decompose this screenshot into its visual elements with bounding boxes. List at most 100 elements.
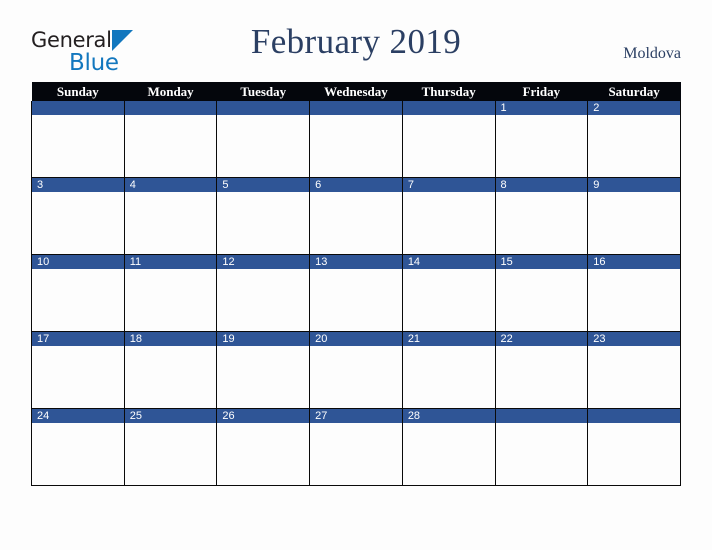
calendar-day-cell[interactable]: 11: [123, 254, 218, 332]
day-number: 23: [588, 332, 680, 346]
day-number: [217, 101, 310, 115]
day-number: 8: [495, 178, 588, 192]
calendar-day-cell[interactable]: 1: [494, 101, 589, 178]
calendar-day-cell[interactable]: 26: [216, 408, 311, 486]
day-number: 18: [124, 332, 217, 346]
weekday-header-thursday: Thursday: [402, 82, 496, 101]
calendar-day-cell[interactable]: 20: [309, 331, 403, 409]
day-events-area[interactable]: [32, 269, 124, 331]
weekday-header-sunday: Sunday: [31, 82, 125, 101]
day-events-area[interactable]: [217, 269, 309, 331]
calendar-day-cell[interactable]: [587, 408, 681, 486]
day-events-area[interactable]: [32, 115, 124, 177]
calendar-day-cell[interactable]: 15: [494, 254, 589, 332]
calendar-day-cell[interactable]: 27: [309, 408, 403, 486]
calendar-day-cell[interactable]: [309, 101, 403, 178]
day-events-area[interactable]: [125, 346, 217, 408]
day-number: 11: [124, 255, 217, 269]
calendar-day-cell[interactable]: [401, 101, 496, 178]
day-number: 19: [217, 332, 310, 346]
day-events-area[interactable]: [588, 269, 680, 331]
day-events-area[interactable]: [403, 269, 495, 331]
day-events-area[interactable]: [403, 192, 495, 254]
day-events-area[interactable]: [588, 346, 680, 408]
day-events-area[interactable]: [496, 192, 588, 254]
calendar-day-cell[interactable]: 16: [587, 254, 681, 332]
day-events-area[interactable]: [588, 423, 680, 485]
calendar-day-cell[interactable]: 22: [494, 331, 589, 409]
day-events-area[interactable]: [217, 192, 309, 254]
day-number: 4: [124, 178, 217, 192]
day-events-area[interactable]: [496, 346, 588, 408]
calendar-day-cell[interactable]: 14: [401, 254, 496, 332]
day-number: 13: [310, 255, 402, 269]
day-events-area[interactable]: [217, 423, 309, 485]
day-number: [310, 101, 402, 115]
day-number: 28: [402, 409, 495, 423]
day-number: 3: [32, 178, 124, 192]
day-events-area[interactable]: [310, 346, 402, 408]
day-events-area[interactable]: [496, 269, 588, 331]
calendar-day-cell[interactable]: 19: [216, 331, 311, 409]
calendar-day-cell[interactable]: 2: [587, 101, 681, 178]
day-events-area[interactable]: [310, 192, 402, 254]
day-number: 20: [310, 332, 402, 346]
day-events-area[interactable]: [496, 423, 588, 485]
calendar-day-cell[interactable]: [216, 101, 311, 178]
weekday-header-monday: Monday: [124, 82, 217, 101]
calendar-day-cell[interactable]: 6: [309, 177, 403, 255]
day-events-area[interactable]: [310, 423, 402, 485]
day-events-area[interactable]: [125, 115, 217, 177]
calendar-day-cell[interactable]: [494, 408, 589, 486]
calendar-week-row: 1 2: [31, 101, 681, 178]
calendar-day-cell[interactable]: 18: [123, 331, 218, 409]
day-events-area[interactable]: [125, 269, 217, 331]
day-number: [402, 101, 495, 115]
day-number: 10: [32, 255, 124, 269]
calendar-day-cell[interactable]: 25: [123, 408, 218, 486]
calendar-day-cell[interactable]: 21: [401, 331, 496, 409]
day-events-area[interactable]: [217, 346, 309, 408]
day-events-area[interactable]: [403, 346, 495, 408]
day-events-area[interactable]: [403, 115, 495, 177]
calendar-day-cell[interactable]: 4: [123, 177, 218, 255]
day-events-area[interactable]: [310, 269, 402, 331]
day-events-area[interactable]: [310, 115, 402, 177]
day-events-area[interactable]: [217, 115, 309, 177]
calendar-day-cell[interactable]: 7: [401, 177, 496, 255]
day-number: 7: [402, 178, 495, 192]
calendar-day-cell[interactable]: 24: [31, 408, 125, 486]
calendar-day-cell[interactable]: 5: [216, 177, 311, 255]
day-events-area[interactable]: [496, 115, 588, 177]
day-number: 25: [124, 409, 217, 423]
day-events-area[interactable]: [588, 115, 680, 177]
day-events-area[interactable]: [32, 192, 124, 254]
day-events-area[interactable]: [32, 346, 124, 408]
calendar-day-cell[interactable]: [123, 101, 218, 178]
day-number: 16: [588, 255, 680, 269]
calendar-day-cell[interactable]: 12: [216, 254, 311, 332]
day-number: [588, 409, 680, 423]
day-events-area[interactable]: [125, 423, 217, 485]
calendar-day-cell[interactable]: 13: [309, 254, 403, 332]
day-events-area[interactable]: [32, 423, 124, 485]
calendar-day-cell[interactable]: 3: [31, 177, 125, 255]
calendar-day-cell[interactable]: 17: [31, 331, 125, 409]
day-events-area[interactable]: [588, 192, 680, 254]
calendar-day-cell[interactable]: 28: [401, 408, 496, 486]
calendar-table: Sunday Monday Tuesday Wednesday Thursday…: [31, 82, 681, 486]
calendar-day-cell[interactable]: 8: [494, 177, 589, 255]
day-number: 9: [588, 178, 680, 192]
day-number: 12: [217, 255, 310, 269]
day-number: 5: [217, 178, 310, 192]
day-number: [495, 409, 588, 423]
calendar-day-cell[interactable]: 10: [31, 254, 125, 332]
day-number: 6: [310, 178, 402, 192]
day-number: [32, 101, 124, 115]
day-events-area[interactable]: [403, 423, 495, 485]
calendar-day-cell[interactable]: [31, 101, 125, 178]
calendar-day-cell[interactable]: 9: [587, 177, 681, 255]
day-events-area[interactable]: [125, 192, 217, 254]
calendar-week-row: 3 4 5 6 7 8 9: [31, 177, 681, 255]
calendar-day-cell[interactable]: 23: [587, 331, 681, 409]
